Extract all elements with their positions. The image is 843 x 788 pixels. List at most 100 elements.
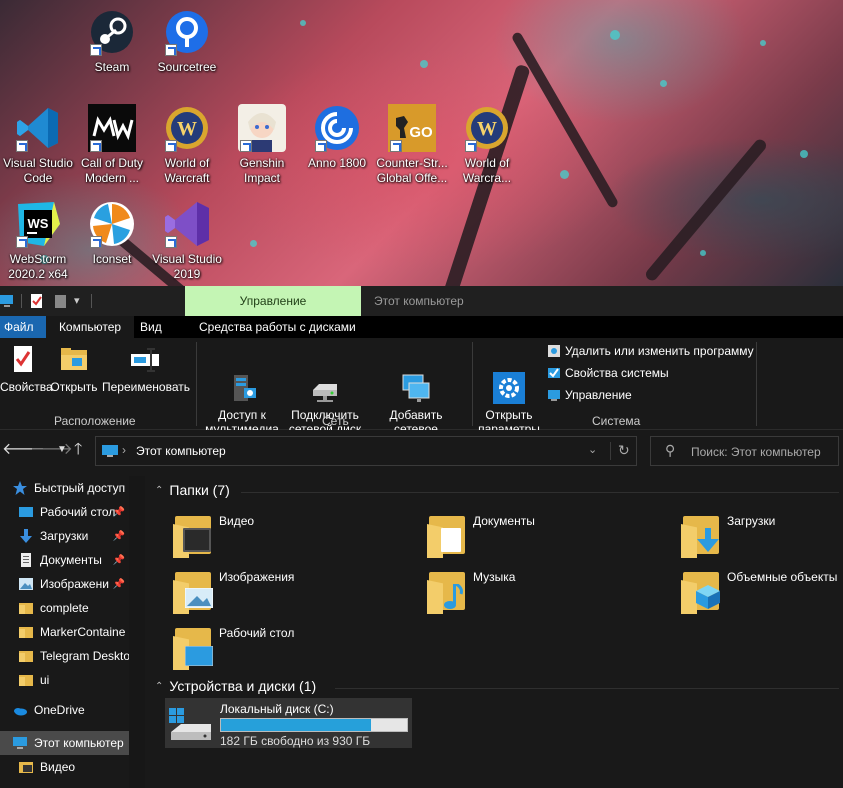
navigation-bar: 🡐 🡒 ▼ 🡑 › Этот компьютер ⌄ ↻ ⚲ Поиск: Эт… <box>0 430 843 472</box>
downloads-folder-icon <box>681 510 725 558</box>
shortcut-label: Genshin Impact <box>239 156 285 185</box>
folder-name: Музыка <box>473 570 516 584</box>
folder-tile-3d-objects[interactable]: Объемные объекты <box>681 566 843 614</box>
drive-tile-local-c[interactable]: Локальный диск (C:) 182 ГБ свободно из 9… <box>165 698 412 748</box>
desktop-shortcut-steam[interactable]: Steam <box>74 8 150 75</box>
sidebar-item-pictures[interactable]: Изображени 📌 <box>0 572 129 596</box>
tab-view[interactable]: Вид <box>140 316 162 338</box>
desktop-shortcut-csgo[interactable]: GO Counter-Str... Global Offe... <box>374 104 450 186</box>
sidebar-item-telegram-desktop[interactable]: Telegram Deskto <box>0 644 129 668</box>
sidebar-item-this-pc[interactable]: Этот компьютер <box>0 731 129 755</box>
desktop-shortcut-visual-studio[interactable]: Visual Studio 2019 <box>149 200 225 282</box>
wallpaper-dot <box>700 250 706 256</box>
sidebar-item-label: MarkerContaine <box>40 625 126 639</box>
sidebar-item-quick-access[interactable]: Быстрый доступ <box>0 476 129 500</box>
sidebar-item-desktop[interactable]: Рабочий стол 📌 <box>0 500 129 524</box>
sidebar-item-video[interactable]: Видео <box>0 755 129 779</box>
sidebar-item-ui[interactable]: ui <box>0 668 129 692</box>
wallpaper-dot <box>760 40 766 46</box>
folder-name: Рабочий стол <box>219 626 295 640</box>
folder-tile-desktop[interactable]: Рабочий стол <box>173 622 413 670</box>
system-properties-button[interactable]: Свойства системы <box>547 366 669 380</box>
desktop-shortcut-genshin-impact[interactable]: Genshin Impact <box>224 104 300 186</box>
sidebar-scrollbar[interactable] <box>129 476 145 788</box>
up-arrow-icon[interactable]: 🡑 <box>74 440 82 460</box>
network-location-icon <box>400 358 432 402</box>
desktop-shortcut-webstorm[interactable]: WS WebStorm 2020.2 x64 <box>0 200 76 282</box>
drive-free-space: 182 ГБ свободно из 930 ГБ <box>220 734 371 748</box>
sidebar-item-label: Рабочий стол <box>40 505 116 519</box>
desktop-shortcut-iconset[interactable]: Iconset <box>74 200 150 267</box>
folder-tile-downloads[interactable]: Загрузки <box>681 510 843 558</box>
address-dropdown-icon[interactable]: ⌄ <box>588 443 597 456</box>
search-icon: ⚲ <box>665 442 676 458</box>
shortcut-label: Visual Studio 2019 <box>152 252 222 281</box>
steam-icon <box>88 8 136 56</box>
refresh-icon[interactable]: ↻ <box>618 442 630 459</box>
wallpaper-branch <box>510 30 620 210</box>
folder-tile-pictures[interactable]: Изображения <box>173 566 413 614</box>
tab-computer[interactable]: Компьютер <box>46 316 134 338</box>
desktop-shortcut-sourcetree[interactable]: Sourcetree <box>149 8 225 75</box>
sidebar-item-onedrive[interactable]: OneDrive <box>0 698 129 722</box>
uninstall-program-button[interactable]: Удалить или изменить программу <box>547 344 754 358</box>
desktop-shortcut-world-of-warcraft-2[interactable]: W World of Warcra... <box>449 104 525 186</box>
open-label: Открыть <box>50 380 98 394</box>
star-icon <box>12 480 28 496</box>
sidebar-item-markercontainer[interactable]: MarkerContaine <box>0 620 129 644</box>
rename-icon <box>129 344 161 376</box>
anno-1800-icon <box>313 104 361 152</box>
folder-tile-video[interactable]: Видео <box>173 510 413 558</box>
shortcut-label: Call of Duty Modern ... <box>80 156 144 185</box>
breadcrumb-this-pc[interactable]: Этот компьютер <box>136 444 226 458</box>
recent-locations-chevron-icon[interactable]: ▼ <box>57 440 67 460</box>
devices-section-title: Устройства и диски (1) <box>169 678 317 694</box>
properties-label: Свойства <box>0 380 53 394</box>
tab-file[interactable]: Файл <box>0 316 46 338</box>
documents-folder-icon <box>427 510 471 558</box>
open-button[interactable]: Открыть <box>50 344 98 394</box>
sidebar-item-documents[interactable]: Документы 📌 <box>0 548 129 572</box>
new-folder-quick-icon[interactable] <box>54 294 68 308</box>
title-bar: ▾ Управление Этот компьютер <box>0 286 843 316</box>
computer-icon <box>12 735 28 751</box>
sidebar-item-label: Изображени <box>40 577 109 591</box>
webstorm-icon: WS <box>14 200 62 248</box>
pin-icon: 📌 <box>112 530 125 542</box>
sidebar-item-complete[interactable]: complete <box>0 596 129 620</box>
svg-text:W: W <box>477 118 497 140</box>
sidebar-item-downloads[interactable]: Загрузки 📌 <box>0 524 129 548</box>
properties-button[interactable]: Свойства <box>0 344 53 394</box>
folder-name: Объемные объекты <box>727 570 838 584</box>
wallpaper-dot <box>800 150 808 158</box>
group-label-location: Расположение <box>54 414 136 428</box>
address-bar[interactable]: › Этот компьютер ⌄ ↻ <box>95 436 637 466</box>
group-separator <box>756 342 757 426</box>
folder-tile-documents[interactable]: Документы <box>427 510 667 558</box>
desktop-shortcut-world-of-warcraft[interactable]: W World of Warcraft <box>149 104 225 186</box>
folder-tile-music[interactable]: Музыка <box>427 566 667 614</box>
folder-name: Загрузки <box>727 514 776 528</box>
desktop-shortcut-vscode[interactable]: Visual Studio Code <box>0 104 76 186</box>
desktop: Steam Sourcetree Visual Studio Code Call… <box>0 0 843 286</box>
open-settings-button[interactable]: Открыть параметры <box>477 344 541 436</box>
search-box[interactable]: ⚲ Поиск: Этот компьютер <box>650 436 839 466</box>
desktop-shortcut-call-of-duty[interactable]: Call of Duty Modern ... <box>74 104 150 186</box>
wallpaper-dot <box>420 60 428 68</box>
desktop-shortcut-anno-1800[interactable]: Anno 1800 <box>299 104 375 171</box>
vscode-icon <box>14 104 62 152</box>
shortcut-label: Steam <box>94 60 130 74</box>
devices-section-header[interactable]: ⌃ Устройства и диски (1) <box>155 678 316 694</box>
wallpaper-dot <box>660 80 667 87</box>
tab-manage-context[interactable]: Управление <box>185 286 361 316</box>
call-of-duty-icon <box>88 104 136 152</box>
manage-button[interactable]: Управление <box>547 388 632 402</box>
tab-disk-tools[interactable]: Средства работы с дисками <box>199 316 356 338</box>
shortcut-label: Counter-Str... Global Offe... <box>376 156 448 185</box>
rename-button[interactable]: Переименовать <box>102 344 190 394</box>
world-of-warcraft-icon: W <box>163 104 211 152</box>
ribbon-tabs: Файл Компьютер Вид Средства работы с дис… <box>0 316 843 338</box>
folders-section-header[interactable]: ⌃ Папки (7) <box>155 482 230 498</box>
quick-access-dropdown-icon[interactable]: ▾ <box>74 294 84 308</box>
properties-quick-icon[interactable] <box>30 294 44 308</box>
